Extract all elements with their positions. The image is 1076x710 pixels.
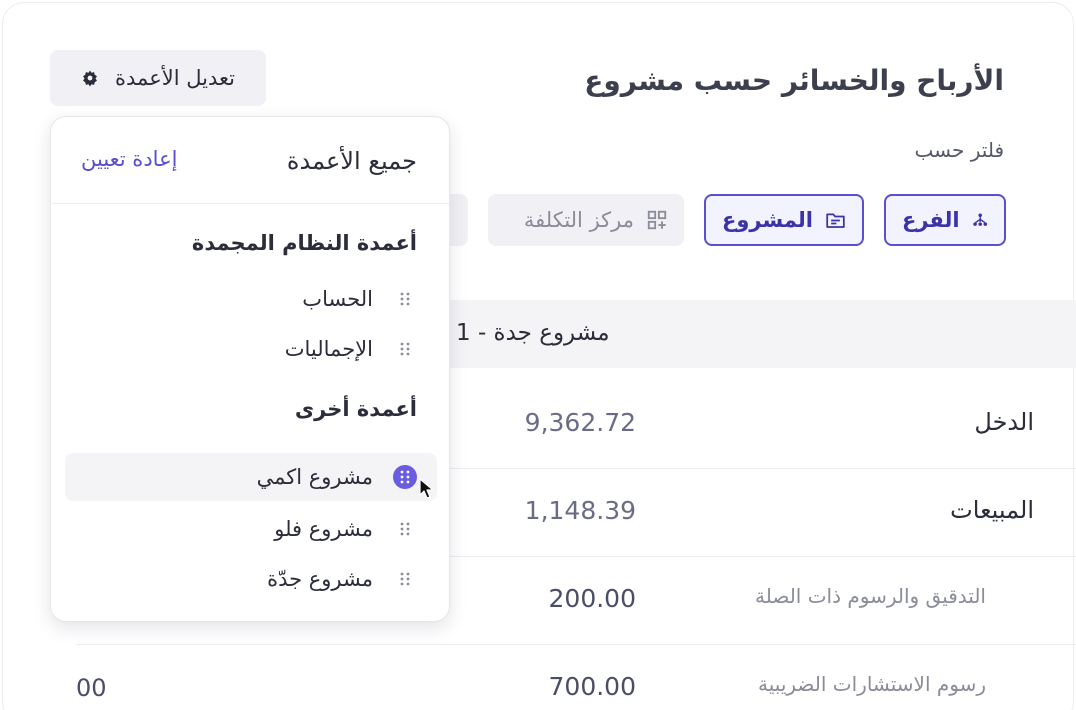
column-item-label: مشروع اكمي bbox=[256, 465, 373, 489]
column-item-totals: الإجماليات bbox=[65, 325, 437, 373]
reset-columns-link[interactable]: إعادة تعيين bbox=[81, 147, 177, 171]
drag-handle-icon[interactable] bbox=[393, 465, 417, 489]
row-value: 1,148.39 bbox=[524, 496, 636, 525]
filter-chip-project[interactable]: المشروع bbox=[704, 194, 864, 246]
edit-columns-button[interactable]: تعديل الأعمدة bbox=[50, 50, 266, 106]
drag-handle-icon[interactable] bbox=[393, 517, 417, 541]
divider bbox=[51, 203, 449, 204]
filter-chip-label: الفرع bbox=[902, 208, 960, 232]
row-label: الدخل bbox=[974, 408, 1034, 436]
drag-handle-icon bbox=[393, 287, 417, 311]
row-value: 700.00 bbox=[548, 672, 636, 701]
column-item-account: الحساب bbox=[65, 275, 437, 323]
filter-chip-cost-center[interactable]: مركز التكلفة bbox=[488, 194, 684, 246]
row-label: رسوم الاستشارات الضريبية bbox=[758, 672, 986, 696]
drag-handle-icon[interactable] bbox=[393, 567, 417, 591]
branch-icon bbox=[972, 213, 987, 226]
filter-chip-branch[interactable]: الفرع bbox=[884, 194, 1006, 246]
page-title: الأرباح والخسائر حسب مشروع bbox=[584, 64, 1004, 97]
frozen-group-heading: أعمدة النظام المجمدة bbox=[191, 231, 417, 255]
row-value: 200.00 bbox=[548, 584, 636, 613]
column-item-jeddah-project[interactable]: مشروع جدّة bbox=[65, 555, 437, 603]
row-label: المبيعات bbox=[950, 496, 1034, 524]
grid-plus-icon bbox=[647, 210, 667, 230]
filter-chip-label: مركز التكلفة bbox=[523, 208, 634, 232]
column-item-label: الإجماليات bbox=[284, 337, 373, 361]
app-frame: الأرباح والخسائر حسب مشروع تعديل الأعمدة… bbox=[0, 0, 1076, 710]
gear-icon bbox=[83, 70, 98, 87]
section-header-label: مشروع جدة - 1 bbox=[456, 320, 610, 346]
column-item-acme-project[interactable]: مشروع اكمي bbox=[65, 453, 437, 501]
other-group-heading: أعمدة أخرى bbox=[294, 397, 417, 421]
folder-icon bbox=[826, 213, 845, 228]
filter-chip-label: المشروع bbox=[722, 208, 813, 232]
row-value: 9,362.72 bbox=[524, 408, 636, 437]
table-section-header: مشروع جدة - 1 bbox=[430, 300, 1076, 368]
row-extra-value: 00 bbox=[76, 674, 107, 702]
column-item-label: الحساب bbox=[302, 287, 373, 311]
column-item-label: مشروع جدّة bbox=[267, 567, 373, 591]
column-item-flo-project[interactable]: مشروع فلو bbox=[65, 505, 437, 553]
column-item-label: مشروع فلو bbox=[274, 517, 373, 541]
columns-dropdown: جميع الأعمدة إعادة تعيين أعمدة النظام ال… bbox=[50, 116, 450, 622]
mouse-pointer-icon bbox=[419, 478, 434, 499]
table-row: رسوم الاستشارات الضريبية 700.00 00 bbox=[76, 644, 1076, 710]
row-label: التدقيق والرسوم ذات الصلة bbox=[755, 584, 986, 608]
edit-columns-label: تعديل الأعمدة bbox=[115, 66, 235, 90]
drag-handle-icon bbox=[393, 337, 417, 361]
filter-label: فلتر حسب bbox=[914, 138, 1004, 162]
dropdown-title: جميع الأعمدة bbox=[286, 147, 417, 175]
